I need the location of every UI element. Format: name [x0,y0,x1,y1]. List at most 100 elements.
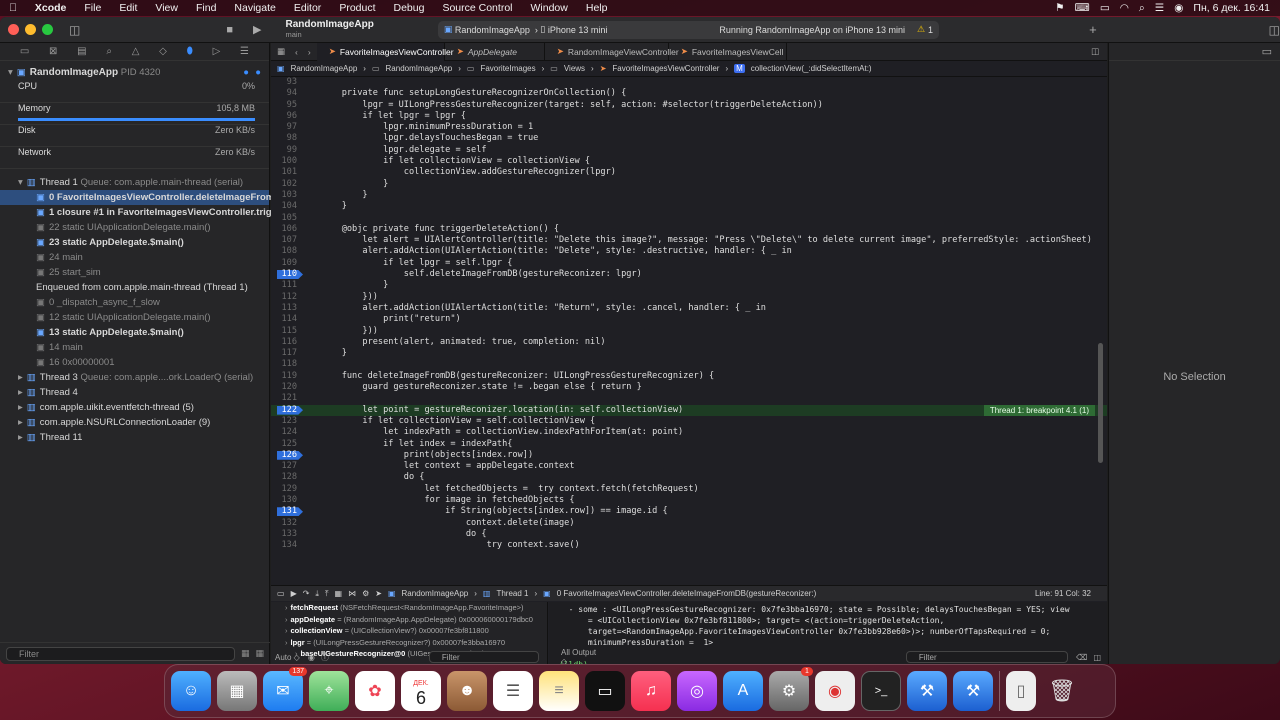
code-line[interactable]: 108 alert.addAction(UIAlertAction(title:… [271,246,1107,257]
editor-scrollbar[interactable] [1098,343,1103,463]
jump-file[interactable]: FavoriteImagesViewController [612,64,719,73]
line-number[interactable]: 97 [271,122,321,133]
issue-icon[interactable]: △ [132,46,140,57]
warning-icon[interactable]: ⚠ [917,24,925,35]
back-icon[interactable]: ‹ [291,47,302,57]
stack-frame-row[interactable]: ▣ 25 start_sim [0,265,269,280]
step-out-icon[interactable]: ⤒ [325,589,329,599]
line-number[interactable]: 125 [271,439,321,450]
split-view-icon[interactable]: ◫ [1093,653,1101,662]
dock-xcode-2[interactable]: ⚒ [953,671,993,711]
code-line[interactable]: 107 let alert = UIAlertController(title:… [271,235,1107,246]
wifi-icon[interactable]: ◠ [1120,2,1129,14]
dock-notes[interactable]: ≡ [539,671,579,711]
process-row[interactable]: ▾ ▣ RandomImageApp PID 4320 ● ● [0,63,269,81]
view-debugger-icon[interactable]: ▦ [335,589,343,598]
close-window-button[interactable] [8,24,19,35]
line-number[interactable]: 100 [271,156,321,167]
jump-group[interactable]: FavoriteImages [480,64,535,73]
code-line[interactable]: 126 print(objects[index.row]) [271,450,1107,461]
variable-row[interactable]: › lpgr = (UILongPressGestureRecognizer?) … [271,637,547,649]
dock-podcasts[interactable]: ◎ [677,671,717,711]
code-line[interactable]: 109 if let lpgr = self.lpgr { [271,258,1107,269]
jump-project[interactable]: RandomImageApp [291,64,358,73]
line-number[interactable]: 119 [271,371,321,382]
stack-frame-row[interactable]: ▣ 16 0x00000001 [0,355,269,370]
line-number[interactable]: 104 [271,201,321,212]
code-line[interactable]: 111 } [271,280,1107,291]
line-number[interactable]: 130 [271,495,321,506]
thread-row[interactable]: ▸ ▥ com.apple.uikit.eventfetch-thread (5) [0,400,269,415]
forward-icon[interactable]: › [302,47,317,57]
zoom-window-button[interactable] [42,24,53,35]
jump-target[interactable]: RandomImageApp [386,64,453,73]
stack-frame-row[interactable]: ▣ 22 static UIApplicationDelegate.main() [0,220,269,235]
debug-target[interactable]: RandomImageApp [402,589,469,598]
code-line[interactable]: 121 [271,393,1107,404]
dock-xcode[interactable]: ⚒ [907,671,947,711]
code-line[interactable]: 118 [271,359,1107,370]
stack-frame-row[interactable]: ▣ 13 static AppDelegate.$main() [0,325,269,340]
source-control-icon[interactable]: ⊠ [49,46,57,57]
breakpoint-icon[interactable]: ▷ [213,46,221,57]
jump-views[interactable]: Views [564,64,585,73]
pause-icon[interactable]: ▶ [291,589,297,598]
code-line[interactable]: 97 lpgr.minimumPressDuration = 1 [271,122,1107,133]
gauge-disk[interactable]: Disk Zero KB/s [0,125,269,147]
code-line[interactable]: 94 private func setupLongGestureRecogniz… [271,88,1107,99]
line-number[interactable]: 94 [271,88,321,99]
menu-file[interactable]: File [75,2,110,14]
line-number[interactable]: 128 [271,472,321,483]
code-line[interactable]: 102 } [271,179,1107,190]
flag-icon[interactable]: ⚑ [1055,2,1064,14]
dock-document[interactable]: ▯ [1006,671,1036,711]
scheme-name[interactable]: RandomImageApp [455,25,530,35]
line-number[interactable]: 101 [271,167,321,178]
scheme-selector[interactable]: ▣ RandomImageApp › ▯ iPhone 13 mini Runn… [437,20,940,39]
line-number[interactable]: 111 [271,280,321,291]
line-number[interactable]: 95 [271,100,321,111]
code-line[interactable]: 127 let context = appDelegate.context [271,461,1107,472]
folder-icon[interactable]: ▭ [20,46,29,57]
code-line[interactable]: 110 self.deleteImageFromDB(gestureReconi… [271,269,1107,280]
symbol-icon[interactable]: ▤ [77,46,86,57]
code-line[interactable]: 124 let indexPath = collectionView.index… [271,427,1107,438]
disclosure-closed-icon[interactable]: › [285,615,288,624]
disclosure-open-icon[interactable]: ▾ [18,177,23,188]
split-editor-icon[interactable]: ◫ [1091,46,1107,57]
code-line[interactable]: 117 } [271,348,1107,359]
stack-frame-row[interactable]: ▣ 0 _dispatch_async_f_slow [0,295,269,310]
menu-window[interactable]: Window [522,2,577,14]
line-number[interactable]: 134 [271,540,321,551]
disclosure-closed-icon[interactable]: ▸ [18,402,23,413]
variable-row[interactable]: › fetchRequest (NSFetchRequest<RandomImag… [271,602,547,614]
console-output-select[interactable]: All Output ◇ [561,648,600,664]
hide-debug-area-icon[interactable]: ▭ [277,589,285,598]
breakpoint-gutter[interactable]: 122 [271,405,321,416]
line-number[interactable]: 98 [271,133,321,144]
dock-system-preferences[interactable]: ⚙ 1 [769,667,813,711]
tab-favorite-images-vc[interactable]: ➤ FavoriteImagesViewController [316,42,454,61]
step-in-icon[interactable]: ⤓ [315,589,319,599]
code-line[interactable]: 128 do { [271,472,1107,483]
step-over-icon[interactable]: ↷ [303,589,310,598]
trash-icon[interactable]: ⌫ [1076,653,1087,662]
info-icon[interactable]: ⓘ [321,652,329,663]
inspector-toggle-icon[interactable]: ◫ [1269,23,1280,37]
line-number[interactable]: 109 [271,258,321,269]
variable-row[interactable]: › appDelegate = (RandomImageApp.AppDelega… [271,614,547,626]
code-line[interactable]: 131 if String(objects[index.row]) == ima… [271,506,1107,517]
minimize-window-button[interactable] [25,24,36,35]
code-line[interactable]: 132 context.delete(image) [271,518,1107,529]
line-number[interactable]: 129 [271,484,321,495]
gauge-cpu[interactable]: CPU 0% [0,81,269,103]
line-number[interactable]: 93 [271,77,321,88]
menu-edit[interactable]: Edit [110,2,146,14]
menu-app-name[interactable]: Xcode [26,2,76,14]
dock-chrome[interactable]: ◉ [815,671,855,711]
disclosure-closed-icon[interactable]: ▸ [18,387,23,398]
apple-icon[interactable]:  [0,2,26,14]
code-line[interactable]: 133 do { [271,529,1107,540]
menu-view[interactable]: View [146,2,187,14]
add-icon[interactable]: + [1089,22,1097,37]
